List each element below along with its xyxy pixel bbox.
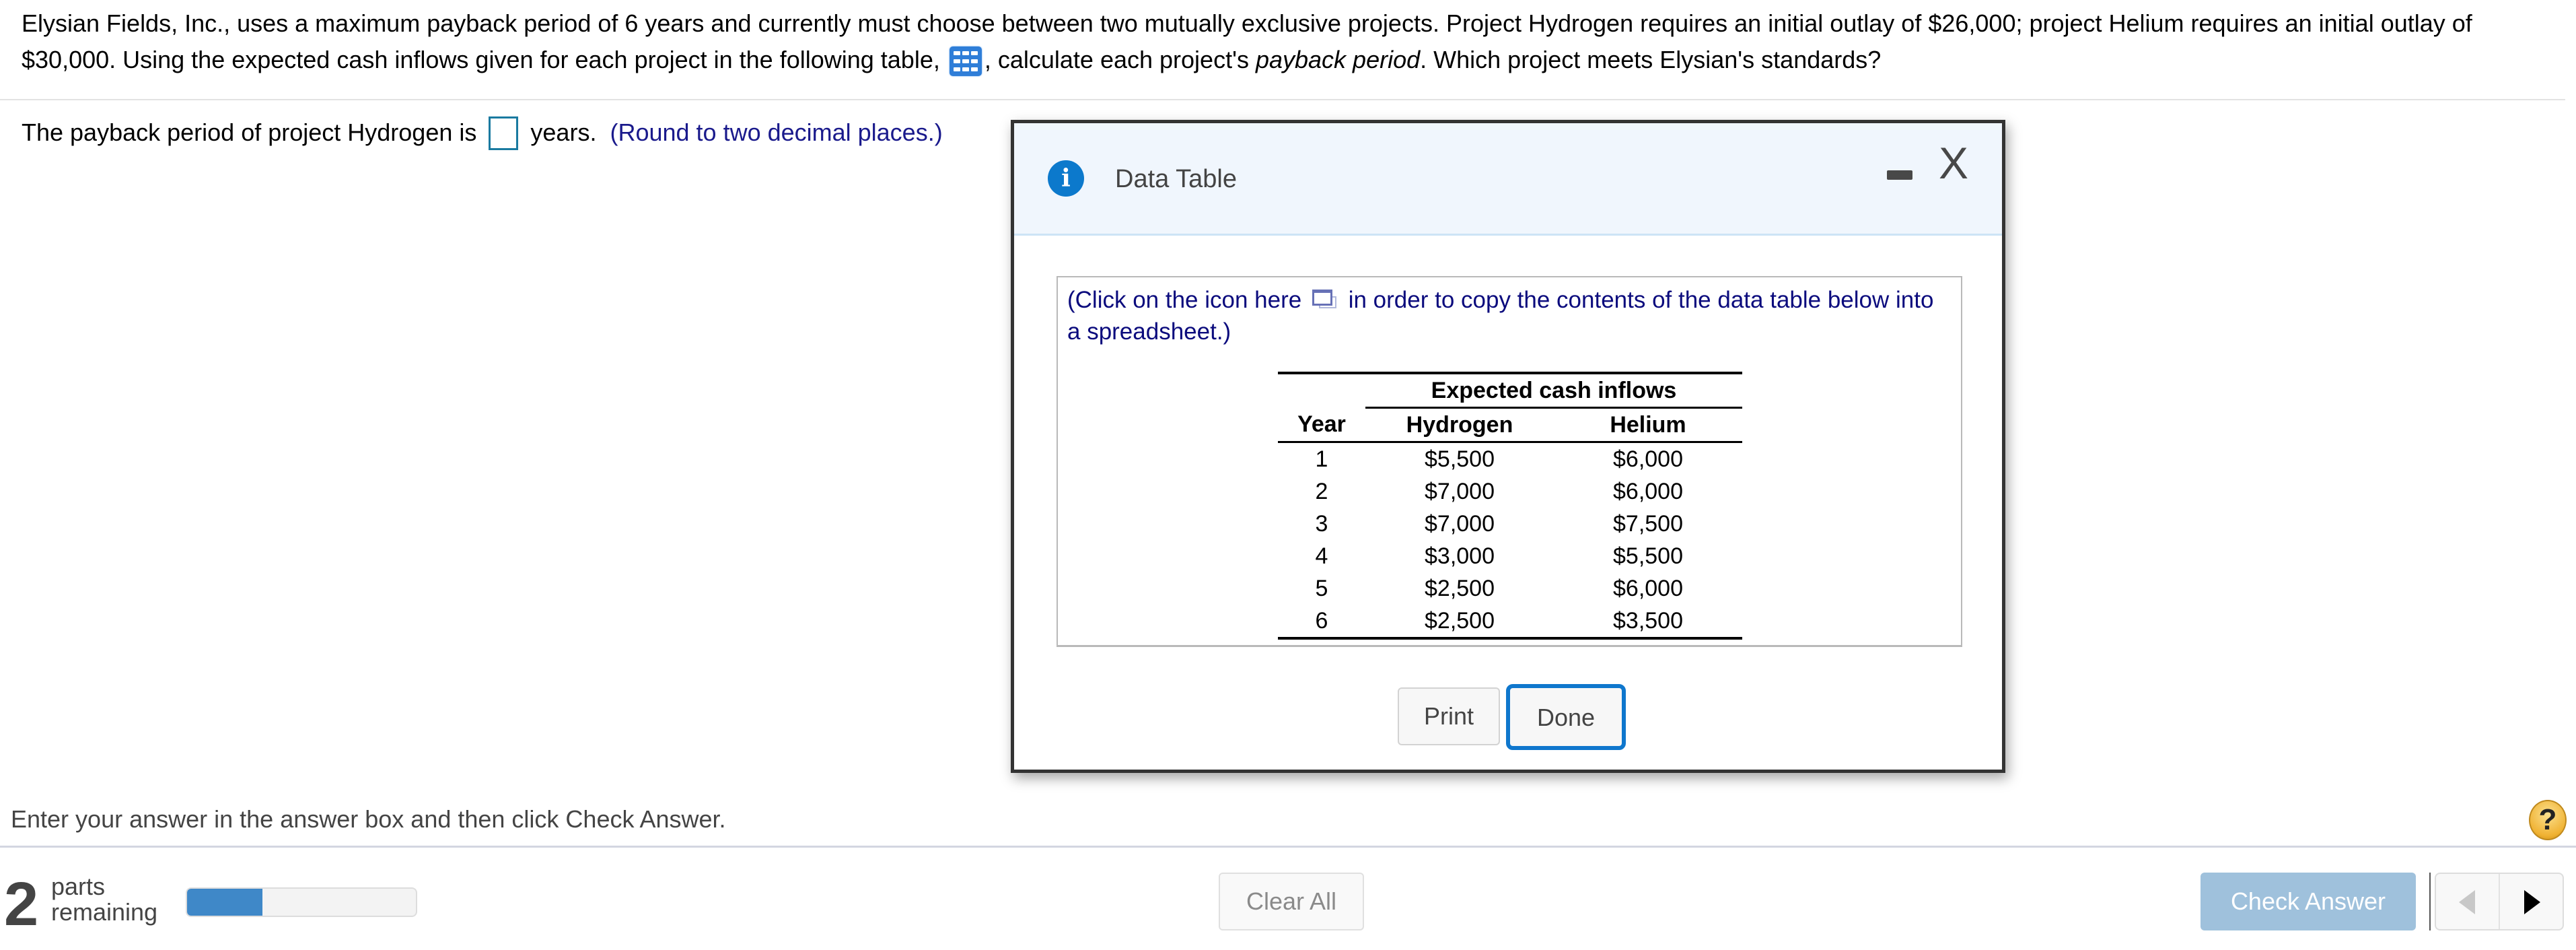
clear-all-button[interactable]: Clear All (1219, 873, 1364, 930)
previous-button[interactable] (2436, 874, 2500, 929)
question-navigation (2435, 873, 2564, 930)
table-row: 3 $7,000 $7,500 (1278, 508, 1742, 540)
cell-hydrogen: $3,000 (1425, 543, 1495, 569)
nav-divider (2429, 873, 2431, 930)
question-italic-term: payback period (1255, 46, 1421, 73)
rounding-hint: (Round to two decimal places.) (610, 118, 943, 146)
print-button[interactable]: Print (1398, 687, 1500, 745)
chevron-right-icon (2524, 890, 2540, 914)
cell-hydrogen: $7,000 (1425, 479, 1495, 504)
parts-label-line2: remaining (51, 898, 158, 926)
cell-helium: $6,000 (1613, 479, 1683, 504)
done-button[interactable]: Done (1506, 684, 1626, 750)
copy-to-spreadsheet-icon[interactable] (1312, 290, 1336, 310)
group-header: Expected cash inflows (1365, 373, 1742, 409)
cell-helium: $5,500 (1613, 543, 1683, 569)
answer-prefix: The payback period of project Hydrogen i… (22, 118, 477, 146)
table-row: 1 $5,500 $6,000 (1278, 442, 1742, 476)
progress-fill (187, 889, 263, 916)
cell-year: 3 (1315, 511, 1328, 537)
table-row: 5 $2,500 $6,000 (1278, 572, 1742, 605)
question-part-2: , calculate each project's (984, 46, 1249, 73)
cell-helium: $7,500 (1613, 511, 1683, 537)
parts-label-line1: parts (51, 873, 106, 900)
parts-remaining-label: parts remaining (51, 874, 157, 925)
cell-year: 2 (1315, 479, 1328, 504)
table-row: 4 $3,000 $5,500 (1278, 540, 1742, 572)
close-button[interactable]: X (1939, 139, 1968, 186)
info-icon: i (1048, 160, 1084, 197)
payback-hydrogen-input[interactable] (489, 116, 519, 150)
cell-hydrogen: $2,500 (1425, 576, 1495, 601)
cell-year: 1 (1315, 446, 1328, 472)
dialog-header[interactable]: i Data Table X (1014, 123, 2002, 236)
answer-line: The payback period of project Hydrogen i… (22, 116, 943, 150)
minimize-button[interactable] (1887, 170, 1912, 180)
chevron-left-icon (2459, 890, 2475, 914)
cell-year: 5 (1315, 576, 1328, 601)
copy-instructions: (Click on the icon here in order to copy… (1067, 284, 1942, 347)
cell-helium: $3,500 (1613, 608, 1683, 634)
data-table-grid-icon[interactable] (949, 46, 982, 76)
question-part-3: . Which project meets Elysian's standard… (1420, 46, 1882, 73)
cell-hydrogen: $5,500 (1425, 446, 1495, 472)
header-spacer (1278, 373, 1365, 408)
cell-year: 4 (1315, 543, 1328, 569)
footer-divider (0, 846, 2576, 848)
cash-inflows-table: Expected cash inflows Year Hydrogen Heli… (1278, 372, 1742, 640)
copy-note-prefix: (Click on the icon here (1067, 287, 1302, 313)
instruction-text: Enter your answer in the answer box and … (11, 805, 726, 833)
check-answer-button[interactable]: Check Answer (2201, 873, 2416, 930)
data-table-dialog: i Data Table X (Click on the icon here i… (1011, 120, 2005, 773)
cell-helium: $6,000 (1613, 576, 1683, 601)
data-table-container: (Click on the icon here in order to copy… (1057, 276, 1962, 647)
table-row: 2 $7,000 $6,000 (1278, 475, 1742, 508)
dialog-title: Data Table (1115, 165, 1237, 193)
cell-helium: $6,000 (1613, 446, 1683, 472)
cell-year: 6 (1315, 608, 1328, 634)
help-icon[interactable]: ? (2529, 800, 2567, 840)
question-divider (0, 99, 2565, 100)
column-header-helium: Helium (1610, 412, 1686, 438)
cell-hydrogen: $7,000 (1425, 511, 1495, 537)
column-header-hydrogen: Hydrogen (1406, 412, 1513, 438)
parts-remaining-count: 2 (4, 870, 39, 939)
column-header-year: Year (1297, 411, 1346, 438)
table-row: 6 $2,500 $3,500 (1278, 605, 1742, 638)
next-button[interactable] (2500, 874, 2563, 929)
cell-hydrogen: $2,500 (1425, 608, 1495, 634)
answer-suffix: years. (530, 118, 597, 146)
parts-progress-bar (186, 887, 417, 917)
question-text: Elysian Fields, Inc., uses a maximum pay… (22, 5, 2538, 78)
